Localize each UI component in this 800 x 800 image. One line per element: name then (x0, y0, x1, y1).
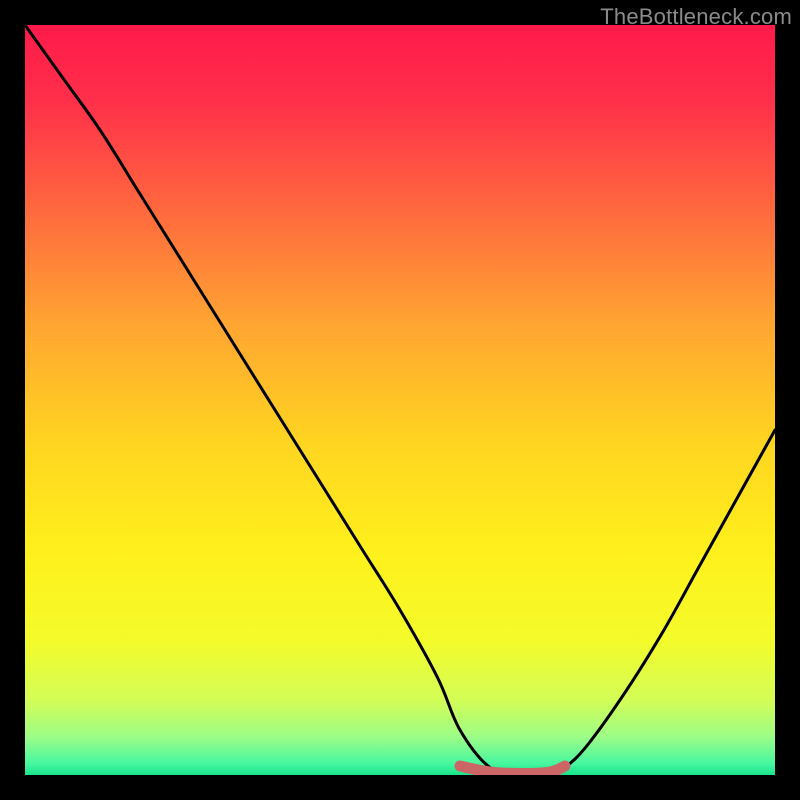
curve-layer (25, 25, 775, 775)
watermark-text: TheBottleneck.com (600, 4, 792, 30)
chart-frame: TheBottleneck.com (0, 0, 800, 800)
bottleneck-curve (25, 25, 775, 775)
plot-area (25, 25, 775, 775)
optimal-range-marker (460, 766, 565, 774)
